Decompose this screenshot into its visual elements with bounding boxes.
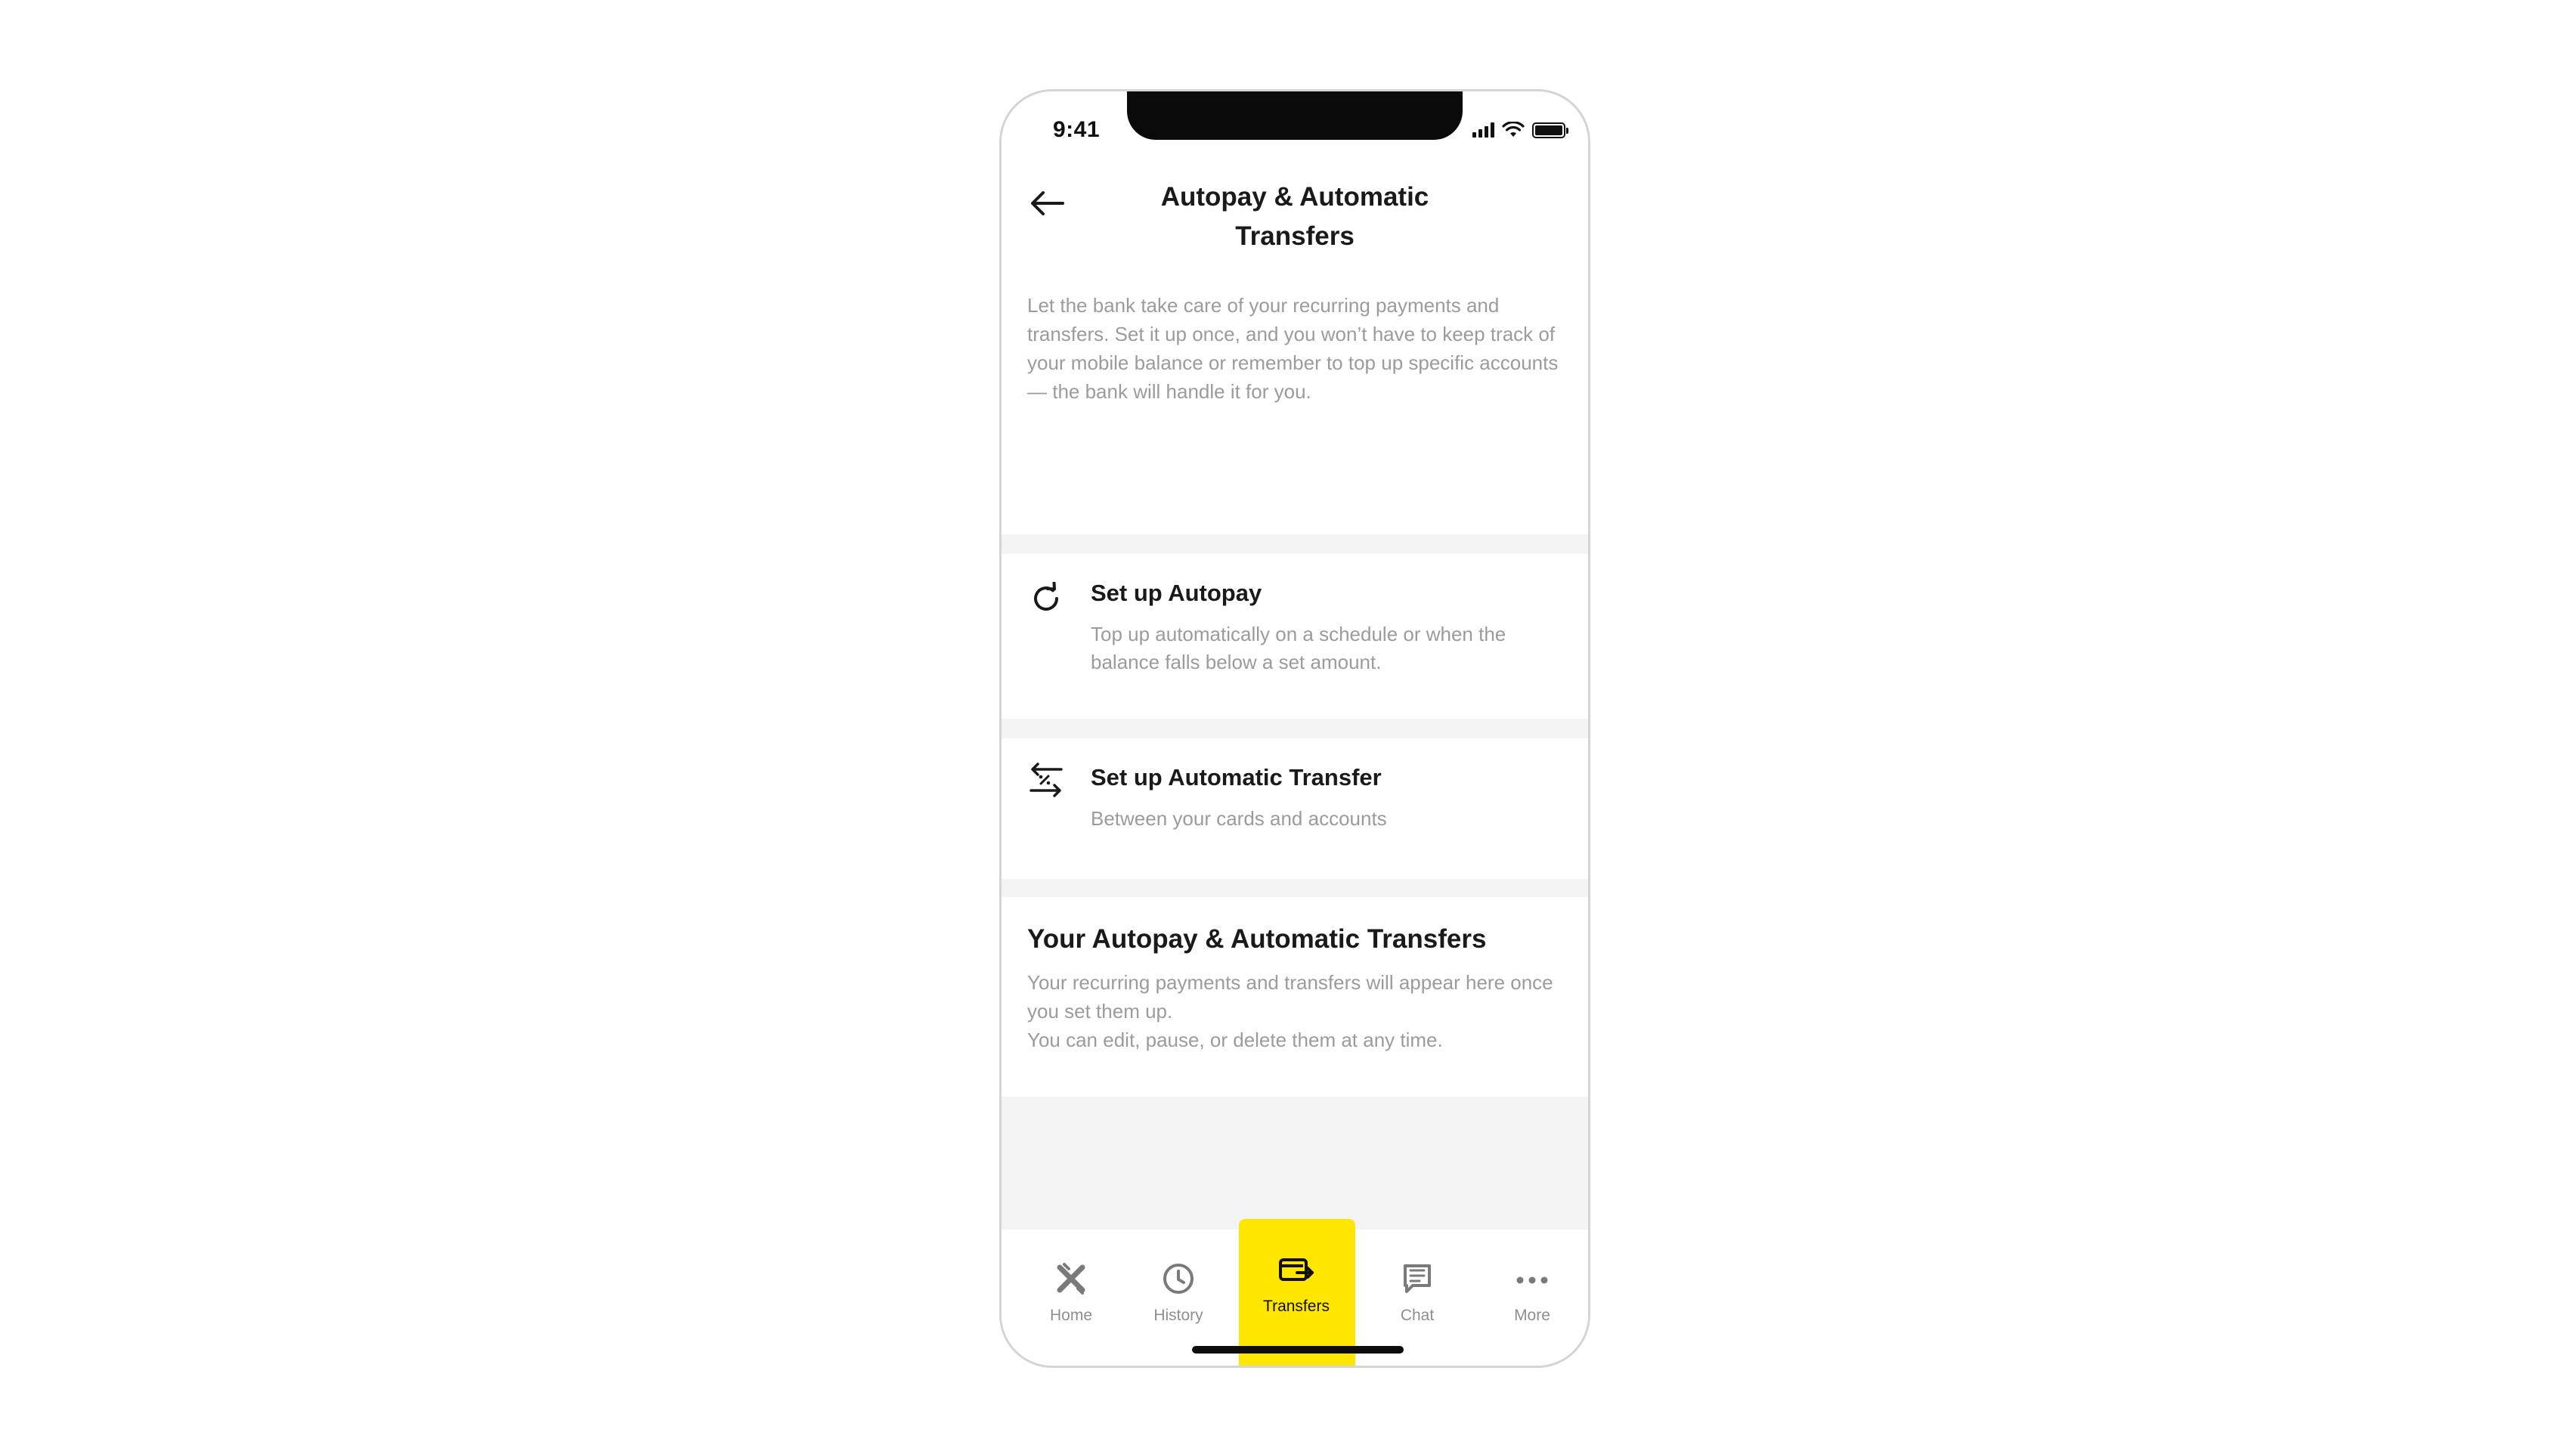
setup-autopay-option[interactable]: Set up Autopay Top up automatically on a… [1002, 554, 1588, 719]
status-time: 9:41 [1053, 117, 1101, 142]
intro-text: Let the bank take care of your recurring… [1027, 294, 1559, 403]
cellular-signal-icon [1472, 122, 1494, 138]
phone-frame: 9:41 Autopay & Automatic Transfers Let t… [999, 89, 1590, 1368]
status-icons [1472, 122, 1568, 138]
bottom-tab-bar: Home History Transfers Chat More [1002, 1219, 1588, 1366]
wifi-icon [1502, 122, 1525, 137]
option-title: Set up Autopay [1091, 580, 1262, 606]
setup-automatic-transfer-option[interactable]: Set up Automatic Transfer Between your c… [1002, 738, 1588, 879]
transfer-card-icon [1277, 1251, 1315, 1289]
back-arrow-icon [1031, 191, 1064, 215]
tab-home[interactable]: Home [1026, 1260, 1116, 1325]
tab-chat[interactable]: Chat [1372, 1260, 1463, 1325]
section-title: Your Autopay & Automatic Transfers [1027, 924, 1487, 954]
refresh-icon [1027, 580, 1065, 617]
option-description: Top up automatically on a schedule or wh… [1091, 623, 1506, 673]
battery-icon [1532, 122, 1568, 138]
section-description-line: You can edit, pause, or delete them at a… [1027, 1029, 1443, 1051]
more-dots-icon [1513, 1260, 1551, 1298]
tab-label: More [1514, 1307, 1550, 1324]
page-title: Autopay & Automatic Transfers [1160, 182, 1429, 251]
option-description: Between your cards and accounts [1091, 807, 1387, 830]
option-title: Set up Automatic Transfer [1091, 764, 1382, 790]
transfer-arrows-icon [1027, 761, 1065, 799]
tab-history[interactable]: History [1133, 1260, 1224, 1325]
section-description: Your recurring payments and transfers wi… [1027, 968, 1562, 1054]
chat-icon [1398, 1260, 1436, 1298]
tab-label: Transfers [1263, 1298, 1330, 1315]
home-indicator[interactable] [1192, 1346, 1404, 1354]
home-logo-icon [1052, 1260, 1090, 1298]
tab-label: History [1153, 1307, 1203, 1324]
my-autopay-list-section: Your Autopay & Automatic Transfers Your … [1002, 897, 1588, 1097]
tab-label: Chat [1400, 1307, 1435, 1324]
tab-more[interactable]: More [1487, 1260, 1577, 1325]
back-button[interactable] [1024, 181, 1070, 226]
page-header: Autopay & Automatic Transfers Let the ba… [1002, 158, 1588, 534]
section-description-line: Your recurring payments and transfers wi… [1027, 971, 1553, 1023]
notch [1127, 91, 1463, 140]
tab-label: Home [1049, 1307, 1093, 1324]
clock-icon [1160, 1260, 1197, 1298]
tab-transfers[interactable]: Transfers [1251, 1251, 1342, 1316]
